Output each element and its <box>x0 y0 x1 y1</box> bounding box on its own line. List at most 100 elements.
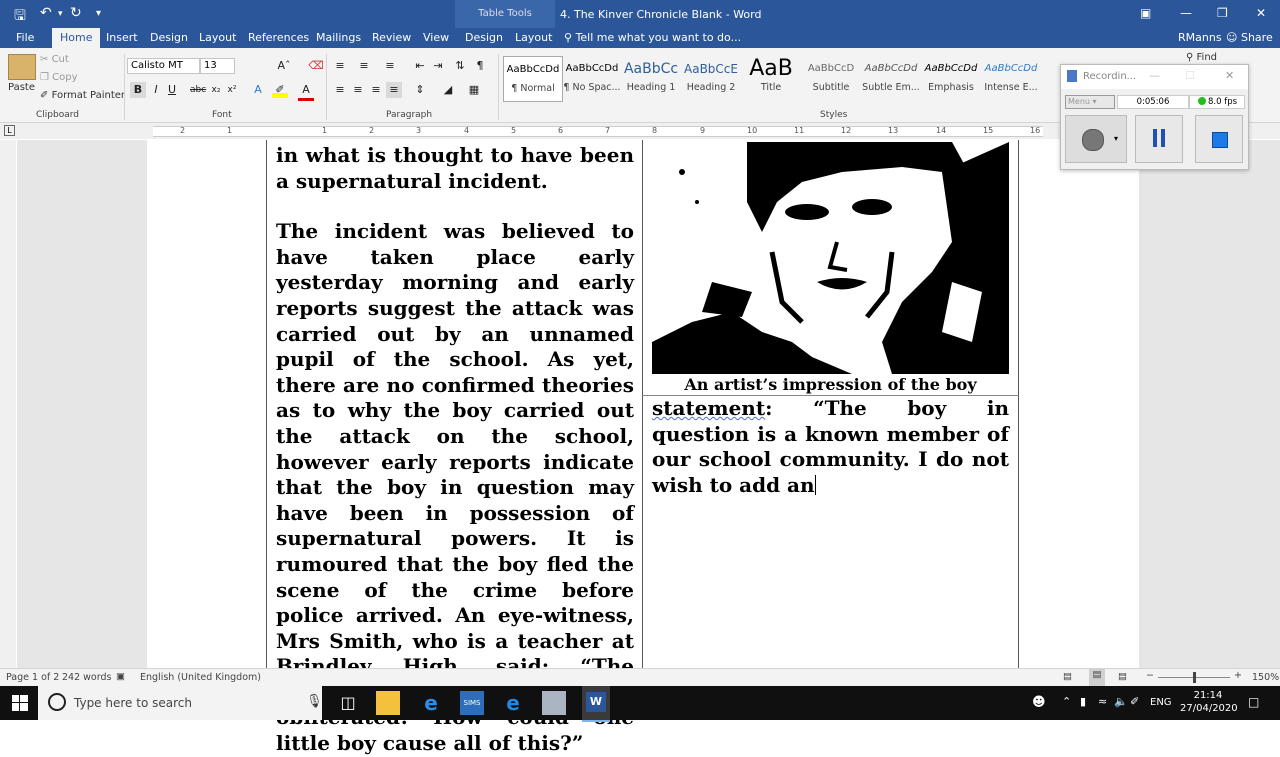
undo-icon[interactable]: ↶ <box>40 5 52 21</box>
share-button[interactable]: ☺ Share <box>1226 31 1273 44</box>
internet-explorer-icon[interactable]: e <box>419 691 443 715</box>
tab-insert[interactable]: Insert <box>106 31 138 44</box>
web-layout-icon[interactable]: ▤ <box>1118 671 1127 682</box>
shading-icon[interactable]: ◢ <box>440 82 456 98</box>
recorder-close-icon[interactable]: ✕ <box>1225 69 1234 82</box>
format-painter-button[interactable]: ✐ Format Painter <box>40 90 125 101</box>
user-name[interactable]: RManns <box>1178 31 1222 44</box>
style-normal[interactable]: AaBbCcDd ¶ Normal <box>503 56 563 102</box>
borders-icon[interactable]: ▦ <box>466 82 482 98</box>
tab-design[interactable]: Design <box>150 31 188 44</box>
grow-font-icon[interactable]: Aˆ <box>276 58 292 74</box>
record-button[interactable]: ▾ <box>1065 115 1127 163</box>
file-explorer-icon[interactable] <box>376 691 400 715</box>
vertical-ruler[interactable] <box>0 140 16 668</box>
style-subtle-emphasis[interactable]: AaBbCcDd Subtle Em... <box>862 56 920 100</box>
microphone-icon[interactable]: 🎙 <box>306 694 323 709</box>
copy-button[interactable]: ❐ Copy <box>40 72 78 83</box>
tab-table-design[interactable]: Design <box>465 31 503 44</box>
font-color-icon[interactable]: A <box>298 82 314 101</box>
page-count[interactable]: Page 1 of 2 <box>6 672 59 683</box>
save-icon[interactable]: 🖫 <box>14 5 26 29</box>
decrease-indent-icon[interactable]: ⇤ <box>412 58 428 74</box>
proofing-icon[interactable]: ▣ <box>116 671 125 682</box>
read-mode-icon[interactable]: ▤ <box>1063 671 1072 682</box>
undo-dropdown-icon[interactable]: ▾ <box>58 9 63 19</box>
input-language[interactable]: ENG <box>1150 697 1172 708</box>
italic-button[interactable]: I <box>148 82 164 98</box>
battery-icon[interactable]: ▮ <box>1080 695 1086 708</box>
paste-icon[interactable] <box>8 54 36 80</box>
text-effects-icon[interactable]: A <box>250 82 266 98</box>
word-count[interactable]: 242 words <box>62 672 111 683</box>
recorder-minimize-icon[interactable]: — <box>1149 69 1160 82</box>
numbering-icon[interactable]: ≡ <box>356 58 372 74</box>
superscript-button[interactable]: x² <box>224 82 240 98</box>
tab-layout[interactable]: Layout <box>199 31 236 44</box>
tab-file[interactable]: File <box>16 31 34 44</box>
bold-button[interactable]: B <box>130 82 146 98</box>
clear-format-icon[interactable]: ⌫ <box>308 58 324 74</box>
tell-me-search[interactable]: ⚲ Tell me what you want to do... <box>564 31 741 44</box>
align-right-icon[interactable]: ≡ <box>368 82 384 98</box>
recorder-menu-dropdown[interactable]: Menu ▾ <box>1065 95 1115 109</box>
customize-toolbar-icon[interactable]: ▾ <box>96 8 101 19</box>
article-right-column[interactable]: statement: “The boy in question is a kno… <box>652 396 1009 498</box>
spellcheck-word[interactable]: statement <box>652 396 765 420</box>
stop-button[interactable] <box>1195 115 1243 163</box>
tab-review[interactable]: Review <box>372 31 411 44</box>
line-spacing-icon[interactable]: ⇕ <box>412 82 428 98</box>
highlight-icon[interactable]: ✐ <box>272 82 288 98</box>
task-view-icon[interactable]: ◫ <box>336 691 360 715</box>
minimize-icon[interactable]: — <box>1180 6 1192 20</box>
sims-icon[interactable]: SIMS <box>460 691 484 715</box>
zoom-out-icon[interactable]: − <box>1146 670 1154 681</box>
boy-illustration[interactable] <box>652 142 1009 374</box>
style-no-spacing[interactable]: AaBbCcDd ¶ No Spac... <box>563 56 621 100</box>
ribbon-display-icon[interactable]: ▣ <box>1140 6 1151 20</box>
language-indicator[interactable]: English (United Kingdom) <box>140 672 261 683</box>
tab-home[interactable]: Home <box>52 28 101 48</box>
recorder-titlebar[interactable]: Recordin... — ☐ ✕ <box>1061 65 1248 89</box>
pause-button[interactable] <box>1135 115 1183 163</box>
style-subtitle[interactable]: AaBbCcD Subtitle <box>802 56 860 100</box>
edge-icon[interactable]: e <box>501 691 525 715</box>
taskbar-search[interactable]: Type here to search 🎙 <box>38 686 323 720</box>
screen-recorder-window[interactable]: Recordin... — ☐ ✕ Menu ▾ 0:05:06 8.0 fps… <box>1060 64 1249 170</box>
paste-button[interactable]: Paste <box>8 82 35 93</box>
pen-icon[interactable]: ✐ <box>1130 695 1139 708</box>
tab-mailings[interactable]: Mailings <box>316 31 361 44</box>
record-dropdown-icon[interactable]: ▾ <box>1114 134 1118 143</box>
multilevel-list-icon[interactable]: ≡ <box>382 58 398 74</box>
word-taskbar-button[interactable]: W <box>582 686 610 722</box>
font-name-box[interactable]: Calisto MT <box>127 58 200 74</box>
taskbar-clock[interactable]: 21:14 27/04/2020 <box>1180 689 1238 715</box>
cut-button[interactable]: ✂ Cut <box>40 54 69 65</box>
pilcrow-icon[interactable]: ¶ <box>472 58 488 74</box>
notifications-icon[interactable]: □ <box>1248 695 1259 709</box>
tab-references[interactable]: References <box>248 31 309 44</box>
tab-table-layout[interactable]: Layout <box>515 31 552 44</box>
underline-button[interactable]: U <box>164 82 180 98</box>
style-heading-2[interactable]: AaBbCcE Heading 2 <box>682 56 740 100</box>
people-icon[interactable]: ☻ <box>1032 695 1046 710</box>
redo-icon[interactable]: ↻ <box>70 5 82 21</box>
maximize-icon[interactable]: ❐ <box>1217 6 1228 20</box>
start-button[interactable] <box>0 686 38 720</box>
zoom-slider-handle[interactable] <box>1193 672 1196 683</box>
increase-indent-icon[interactable]: ⇥ <box>430 58 446 74</box>
style-title[interactable]: AaB Title <box>742 56 800 100</box>
article-left-column[interactable]: in what is thought to have been a supern… <box>276 143 634 757</box>
style-emphasis[interactable]: AaBbCcDd Emphasis <box>922 56 980 100</box>
style-heading-1[interactable]: AaBbCc Heading 1 <box>622 56 680 100</box>
zoom-level[interactable]: 150% <box>1252 672 1279 683</box>
zoom-in-icon[interactable]: + <box>1234 670 1242 681</box>
strikethrough-button[interactable]: abc <box>190 82 206 98</box>
print-layout-icon[interactable]: ▤ <box>1089 669 1105 686</box>
tab-selector-icon[interactable]: L <box>4 125 15 136</box>
app-icon[interactable] <box>542 691 566 715</box>
style-intense-emphasis[interactable]: AaBbCcDd Intense E... <box>982 56 1040 100</box>
justify-icon[interactable]: ≡ <box>386 82 402 98</box>
recorder-maximize-icon[interactable]: ☐ <box>1185 69 1195 82</box>
align-left-icon[interactable]: ≡ <box>332 82 348 98</box>
